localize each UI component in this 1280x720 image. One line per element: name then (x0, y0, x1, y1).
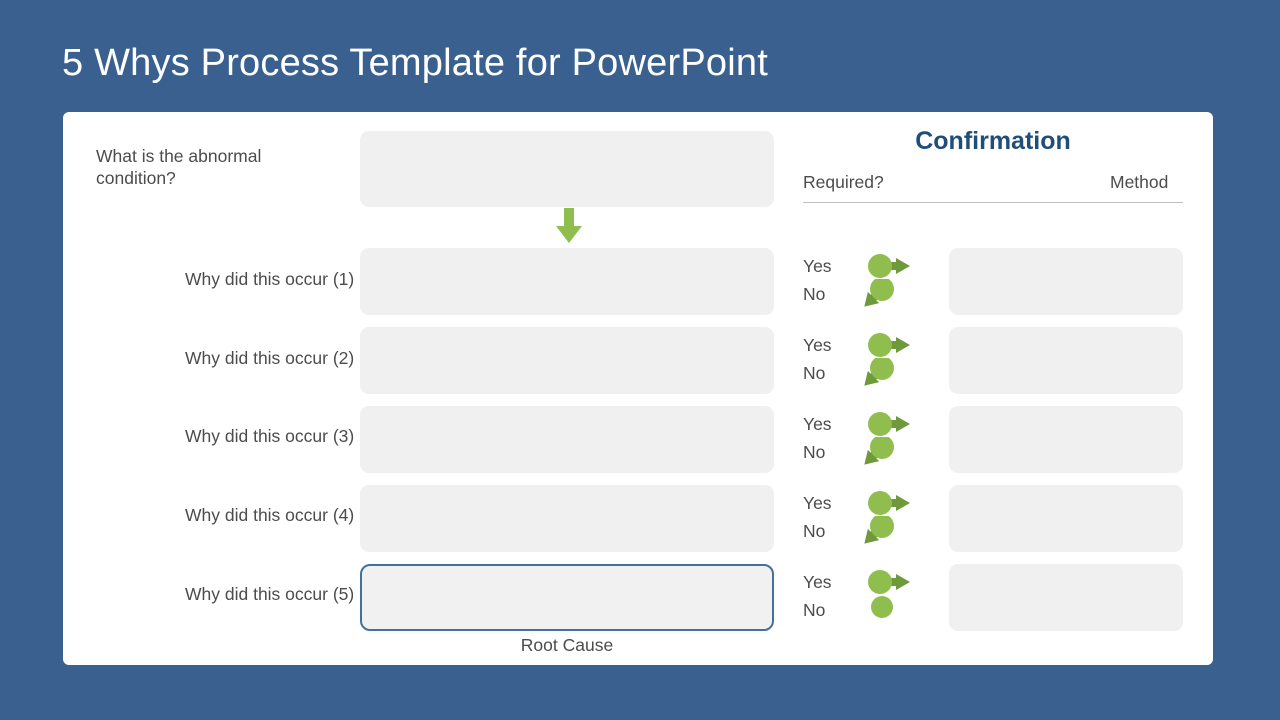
input-method-5[interactable] (949, 564, 1183, 631)
confirmation-divider (803, 202, 1183, 203)
method-column-header: Method (1110, 172, 1169, 192)
required-column-header: Required? (803, 172, 884, 192)
yes-label: Yes (803, 572, 832, 592)
yes-option-row[interactable]: Yes (803, 569, 963, 597)
yes-option-row[interactable]: Yes (803, 490, 963, 518)
circle-arrow-right-icon[interactable] (863, 409, 919, 439)
confirmation-row: Yes No (803, 253, 963, 309)
yes-option-row[interactable]: Yes (803, 253, 963, 281)
content-card: What is the abnormal condition? Why did … (63, 112, 1213, 665)
input-method-1[interactable] (949, 248, 1183, 315)
input-why-5-root-cause[interactable] (360, 564, 774, 631)
arrow-down-icon (556, 208, 582, 243)
no-label: No (803, 521, 826, 541)
label-why-2: Why did this occur (2) ? (185, 348, 369, 368)
no-option-row[interactable]: No (803, 435, 963, 467)
root-cause-caption: Root Cause (520, 635, 614, 655)
label-why-4: Why did this occur (4) ? (185, 505, 369, 525)
yes-label: Yes (803, 414, 832, 434)
confirmation-row: Yes No (803, 490, 963, 546)
input-method-4[interactable] (949, 485, 1183, 552)
circle-icon[interactable] (863, 595, 919, 625)
no-label: No (803, 284, 826, 304)
circle-arrow-right-icon[interactable] (863, 488, 919, 518)
circle-arrow-right-icon[interactable] (863, 567, 919, 597)
circle-arrow-down-left-icon[interactable] (863, 356, 919, 388)
no-label: No (803, 442, 826, 462)
input-why-3[interactable] (360, 406, 774, 473)
label-why-1: Why did this occur (1) ? (185, 269, 369, 289)
label-why-5: Why did this occur (5) ? (185, 584, 369, 604)
confirmation-row: Yes No (803, 569, 963, 625)
circle-arrow-right-icon[interactable] (863, 330, 919, 360)
yes-label: Yes (803, 493, 832, 513)
input-why-1[interactable] (360, 248, 774, 315)
circle-arrow-down-left-icon[interactable] (863, 277, 919, 309)
input-why-4[interactable] (360, 485, 774, 552)
circle-arrow-down-left-icon[interactable] (863, 514, 919, 546)
confirmation-row: Yes No (803, 411, 963, 467)
no-option-row[interactable]: No (803, 356, 963, 388)
label-abnormal-condition: What is the abnormal condition? (96, 146, 262, 188)
input-abnormal-condition[interactable] (360, 131, 774, 207)
yes-option-row[interactable]: Yes (803, 332, 963, 360)
no-option-row[interactable]: No (803, 514, 963, 546)
no-label: No (803, 363, 826, 383)
input-method-2[interactable] (949, 327, 1183, 394)
no-option-row[interactable]: No (803, 595, 963, 625)
circle-arrow-right-icon[interactable] (863, 251, 919, 281)
yes-option-row[interactable]: Yes (803, 411, 963, 439)
label-why-3: Why did this occur (3) ? (185, 426, 369, 446)
no-option-row[interactable]: No (803, 277, 963, 309)
yes-label: Yes (803, 335, 832, 355)
no-label: No (803, 600, 826, 620)
page-title: 5 Whys Process Template for PowerPoint (62, 42, 768, 84)
input-method-3[interactable] (949, 406, 1183, 473)
confirmation-title: Confirmation (915, 127, 1071, 155)
yes-label: Yes (803, 256, 832, 276)
confirmation-row: Yes No (803, 332, 963, 388)
input-why-2[interactable] (360, 327, 774, 394)
circle-arrow-down-left-icon[interactable] (863, 435, 919, 467)
